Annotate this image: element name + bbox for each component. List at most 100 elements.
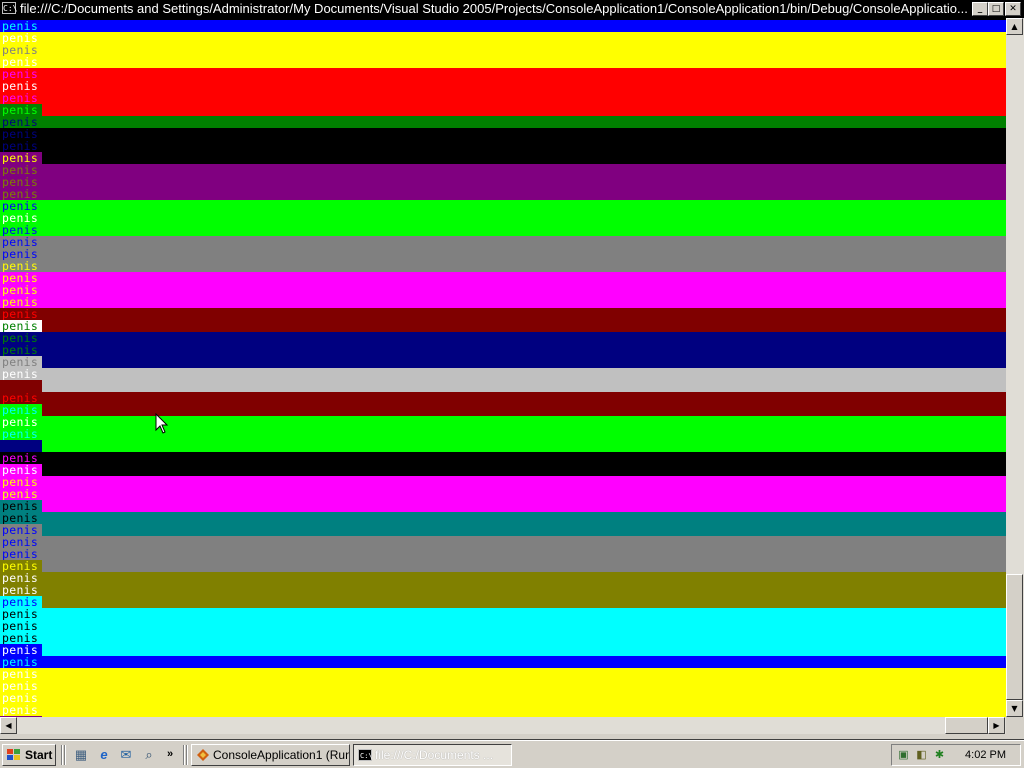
taskbar-button-label: ConsoleApplication1 (Run...	[213, 748, 350, 762]
console-line: penis	[0, 248, 1006, 260]
console-line-background	[42, 200, 1006, 212]
console-line-text: penis	[0, 296, 42, 308]
console-line-text: penis	[0, 560, 42, 572]
console-line-background	[42, 392, 1006, 404]
quick-launch-chevron[interactable]: »	[167, 746, 179, 762]
taskbar-button-console[interactable]: C:\ file:///C:/Documents ...	[353, 744, 512, 766]
internet-explorer-icon[interactable]: e	[96, 747, 112, 763]
console-line: penis	[0, 608, 1006, 620]
console-line: penis	[0, 488, 1006, 500]
volume-icon[interactable]: ◧	[914, 748, 929, 763]
console-line-text: penis	[0, 596, 42, 608]
console-line: penis	[0, 668, 1006, 680]
console-line-text: penis	[0, 44, 42, 56]
search-icon[interactable]: ⌕	[141, 747, 157, 763]
console-line-background	[42, 452, 1006, 464]
console-line-background	[42, 692, 1006, 704]
console-line-text: penis	[0, 68, 42, 80]
clock[interactable]: 4:02 PM	[965, 745, 1006, 765]
horizontal-scroll-thumb[interactable]	[945, 717, 988, 734]
console-line: penis	[0, 188, 1006, 200]
console-line: penis	[0, 56, 1006, 68]
minimize-button[interactable]: _	[972, 2, 988, 16]
console-line-text: penis	[0, 536, 42, 548]
console-line-text: penis	[0, 104, 42, 116]
console-line-text: penis	[0, 428, 42, 440]
show-desktop-icon[interactable]: ▦	[73, 747, 89, 763]
console-line-text: penis	[0, 404, 42, 416]
console-output-area[interactable]: penis penis penis penis penis penis penis penis…	[0, 18, 1006, 717]
console-line: penis	[0, 116, 1006, 128]
console-line-text: penis	[0, 476, 42, 488]
vertical-scroll-thumb[interactable]	[1006, 574, 1023, 700]
console-line-background	[42, 536, 1006, 548]
console-line-background	[42, 284, 1006, 296]
scrollbar-corner	[1006, 717, 1024, 734]
console-line-text: penis	[0, 416, 42, 428]
console-line-background	[42, 188, 1006, 200]
console-line-background	[42, 56, 1006, 68]
console-app-icon[interactable]: C:\	[2, 2, 17, 14]
start-button[interactable]: Start	[2, 744, 56, 766]
network-icon[interactable]: ▣	[896, 748, 911, 763]
console-line: penis	[0, 536, 1006, 548]
horizontal-scrollbar[interactable]: ◀ ▶	[0, 717, 1006, 734]
console-line-background	[42, 116, 1006, 128]
maximize-button[interactable]: □	[988, 2, 1004, 16]
console-line-text: penis	[0, 548, 42, 560]
console-line: penis	[0, 104, 1006, 116]
console-line-background	[42, 572, 1006, 584]
console-line: penis	[0, 680, 1006, 692]
console-line-background	[42, 332, 1006, 344]
console-line-text: penis	[0, 452, 42, 464]
console-line-background	[42, 524, 1006, 536]
scroll-right-button[interactable]: ▶	[988, 717, 1005, 734]
window-title: file:///C:/Documents and Settings/Admini…	[20, 1, 968, 16]
scroll-up-button[interactable]: ▲	[1006, 18, 1023, 35]
console-line: penis	[0, 428, 1006, 440]
console-line-text: penis	[0, 572, 42, 584]
console-line-background	[42, 500, 1006, 512]
console-line: penis	[0, 260, 1006, 272]
console-line-text: penis	[0, 212, 42, 224]
vertical-scrollbar[interactable]: ▲ ▼	[1006, 18, 1024, 717]
outlook-express-icon[interactable]: ✉	[118, 747, 134, 763]
system-tray: ▣ ◧ ✱ 4:02 PM	[891, 744, 1021, 766]
console-line: penis	[0, 380, 1006, 392]
console-line-background	[42, 32, 1006, 44]
console-line-background	[42, 488, 1006, 500]
console-line-background	[42, 104, 1006, 116]
console-line: penis	[0, 92, 1006, 104]
console-line: penis	[0, 500, 1006, 512]
close-button[interactable]: ✕	[1005, 2, 1021, 16]
scroll-down-button[interactable]: ▼	[1006, 700, 1023, 717]
console-line-background	[42, 380, 1006, 392]
console-line-text: penis	[0, 380, 42, 392]
console-line: penis	[0, 620, 1006, 632]
console-line-background	[42, 476, 1006, 488]
console-line-text: penis	[0, 272, 42, 284]
taskbar-separator	[183, 745, 185, 765]
taskbar: Start ▦ e ✉ ⌕ » ConsoleApplication1 (Run…	[0, 740, 1024, 768]
console-line: penis	[0, 440, 1006, 452]
console-line-text: penis	[0, 224, 42, 236]
console-line-background	[42, 704, 1006, 716]
console-line: penis	[0, 320, 1006, 332]
taskbar-separator	[186, 745, 188, 765]
scroll-left-button[interactable]: ◀	[0, 717, 17, 734]
taskbar-button-visual-studio[interactable]: ConsoleApplication1 (Run...	[191, 744, 350, 766]
console-line-background	[42, 176, 1006, 188]
console-line-text: penis	[0, 116, 42, 128]
console-line: penis	[0, 464, 1006, 476]
messenger-icon[interactable]: ✱	[932, 748, 947, 763]
console-line-background	[42, 320, 1006, 332]
console-line-background	[42, 260, 1006, 272]
console-line-text: penis	[0, 164, 42, 176]
console-line-text: penis	[0, 704, 42, 716]
console-line-text: penis	[0, 488, 42, 500]
svg-text:C:\: C:\	[360, 752, 372, 760]
console-line-text: penis	[0, 284, 42, 296]
console-line-background	[42, 608, 1006, 620]
window-titlebar[interactable]: C:\ file:///C:/Documents and Settings/Ad…	[0, 0, 1024, 18]
console-line-text: penis	[0, 356, 42, 368]
